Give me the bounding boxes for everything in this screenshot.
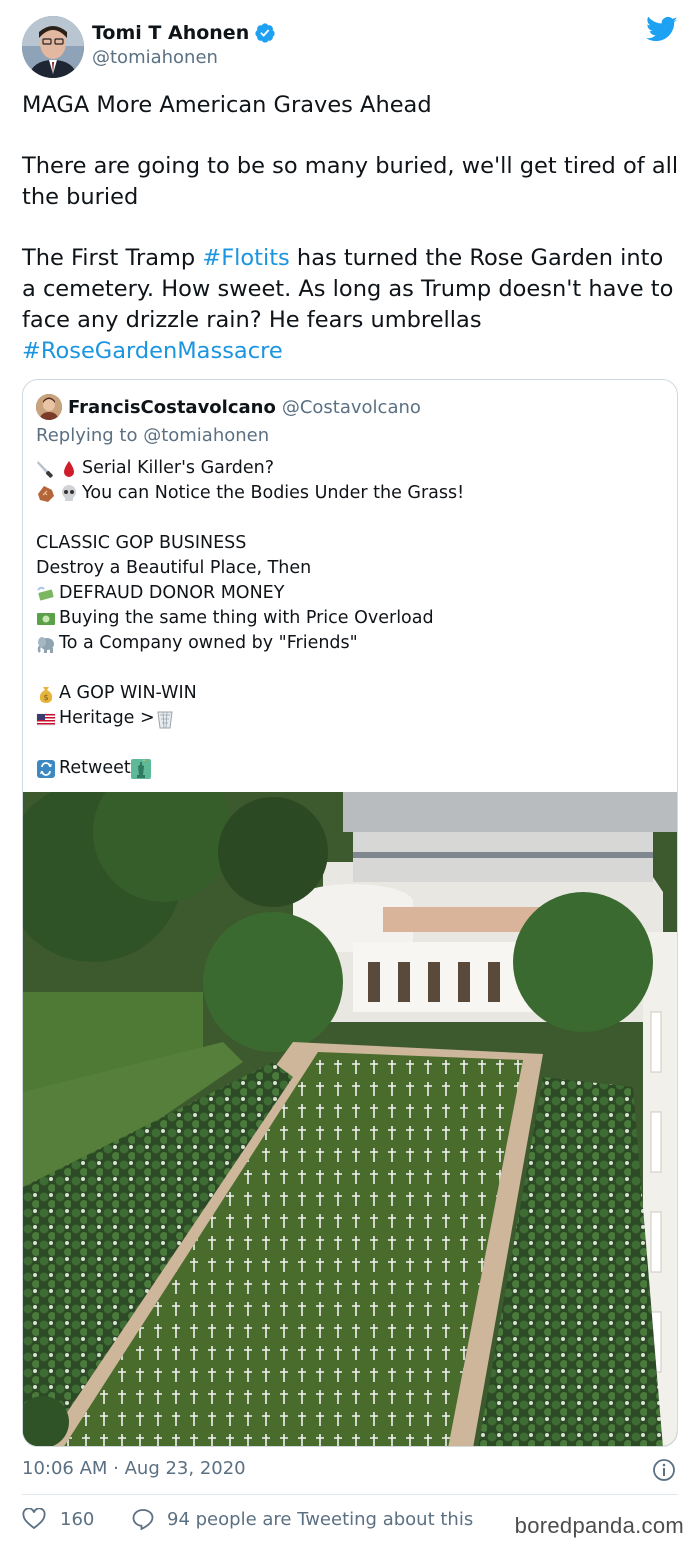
quote-line: Serial Killer's Garden?	[36, 456, 666, 481]
tweet-paragraph-3: The First Tramp #Flotits has turned the …	[22, 243, 682, 367]
boredpanda-watermark: boredpanda.com	[514, 1513, 684, 1538]
like-button[interactable]: 160	[22, 1508, 94, 1530]
twitter-bird-icon[interactable]	[646, 16, 678, 44]
quote-line-text: CLASSIC GOP BUSINESS	[36, 533, 247, 553]
quote-line: To a Company owned by "Friends"	[36, 631, 666, 656]
hashtag-rosegardenmassacre[interactable]: #RoseGardenMassacre	[22, 338, 283, 364]
elephant-icon	[37, 636, 54, 653]
quoted-author-avatar[interactable]	[36, 394, 62, 420]
author-avatar[interactable]	[22, 16, 84, 78]
quoted-author-handle[interactable]: @Costavolcano	[282, 397, 421, 418]
statue-of-liberty-icon	[130, 758, 151, 779]
dollar-banknote-icon	[37, 612, 55, 625]
quoted-author-row: FrancisCostavolcano @Costavolcano	[36, 394, 421, 420]
footer-divider	[22, 1494, 678, 1495]
money-bag-icon: $	[39, 686, 53, 703]
blood-drop-icon	[64, 460, 74, 477]
quote-line: Heritage >	[36, 706, 666, 731]
quote-line: DEFRAUD DONOR MONEY	[36, 581, 666, 606]
svg-text:$: $	[43, 693, 48, 702]
quote-line: Buying the same thing with Price Overloa…	[36, 606, 666, 631]
tweet-text: MAGA More American Graves Ahead There ar…	[22, 90, 682, 397]
quote-line: CLASSIC GOP BUSINESS	[36, 531, 666, 556]
quoted-author-name[interactable]: FrancisCostavolcano	[68, 397, 276, 418]
quote-line-text: A GOP WIN-WIN	[59, 683, 197, 703]
quote-line: $ A GOP WIN-WIN	[36, 681, 666, 706]
quote-line: Destroy a Beautiful Place, Then	[36, 556, 666, 581]
coffin-icon	[38, 485, 54, 502]
quote-line: You can Notice the Bodies Under the Gras…	[36, 481, 666, 506]
quote-line-text: To a Company owned by "Friends"	[59, 633, 358, 653]
heart-icon	[22, 1508, 46, 1530]
quote-line-text: Destroy a Beautiful Place, Then	[36, 558, 312, 578]
wastebasket-icon	[157, 711, 173, 728]
skull-icon	[62, 484, 76, 501]
conversation-link[interactable]: 94 people are Tweeting about this	[131, 1508, 473, 1530]
tweet-timestamp[interactable]: 10:06 AM · Aug 23, 2020	[22, 1458, 246, 1479]
tweet-line-1: MAGA More American Graves Ahead	[22, 92, 432, 118]
quote-line-text: Heritage >	[59, 708, 155, 728]
quote-line-text: You can Notice the Bodies Under the Gras…	[82, 483, 465, 503]
tweet-line-2: There are going to be so many buried, we…	[22, 153, 679, 210]
author-name[interactable]: Tomi T Ahonen	[92, 22, 249, 44]
quoted-tweet[interactable]: FrancisCostavolcano @Costavolcano Replyi…	[22, 379, 678, 1447]
author-handle[interactable]: @tomiahonen	[92, 47, 218, 68]
replying-to-handle[interactable]: @tomiahonen	[143, 425, 269, 446]
tweet-card: Tomi T Ahonen @tomiahonen MAGA More Amer…	[0, 0, 700, 1549]
reply-bubble-icon	[132, 1509, 154, 1530]
hashtag-flotits[interactable]: #Flotits	[202, 245, 289, 271]
author-name-row[interactable]: Tomi T Ahonen	[92, 22, 276, 44]
us-flag-icon	[36, 713, 56, 725]
verified-badge-icon	[255, 23, 275, 43]
quote-line-text: DEFRAUD DONOR MONEY	[59, 583, 285, 603]
retweet-arrows-icon	[37, 759, 55, 778]
conversation-text: 94 people are Tweeting about this	[167, 1508, 474, 1530]
quote-line-text: Serial Killer's Garden?	[82, 458, 275, 478]
replying-to: Replying to @tomiahonen	[36, 425, 269, 446]
replying-to-label: Replying to	[36, 425, 144, 446]
quote-line-text: Retweet	[59, 758, 131, 778]
tweet-text-part: The First Tramp	[22, 245, 203, 271]
rose-garden-crosses-photo[interactable]	[23, 792, 677, 1446]
money-with-wings-icon	[37, 586, 54, 600]
info-icon[interactable]	[652, 1458, 676, 1482]
knife-icon	[37, 460, 53, 478]
quote-line: Retweet	[36, 756, 666, 781]
like-count: 160	[60, 1508, 95, 1530]
quoted-tweet-body: Serial Killer's Garden? You can Notice t…	[36, 456, 666, 781]
quote-line-text: Buying the same thing with Price Overloa…	[59, 608, 434, 628]
